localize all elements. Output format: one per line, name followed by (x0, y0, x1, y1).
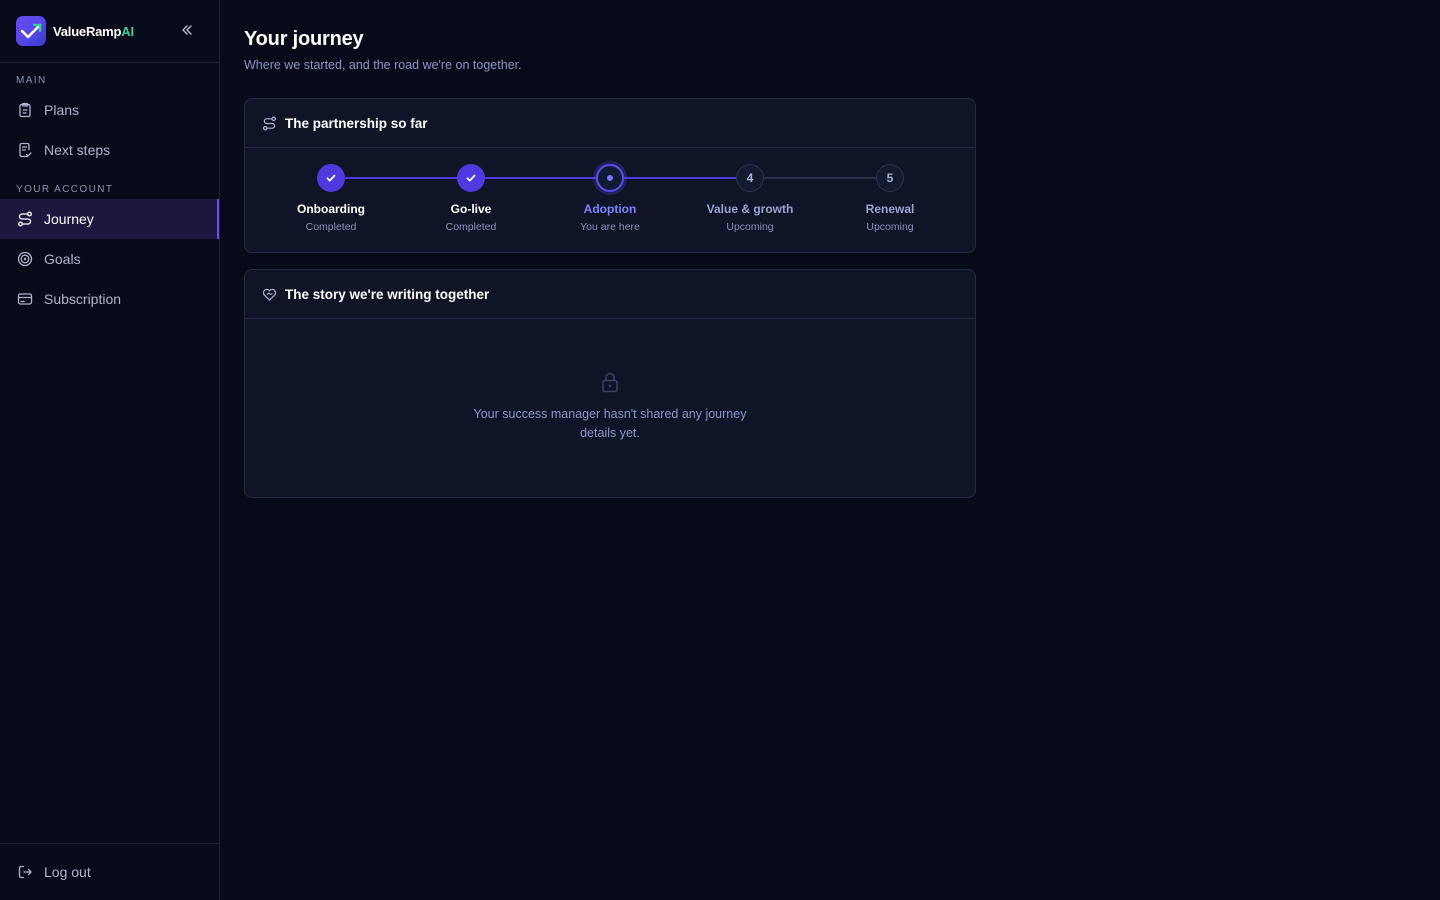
step-status: Upcoming (726, 221, 774, 233)
current-step-indicator (596, 164, 624, 192)
sidebar-item-goals[interactable]: Goals (0, 239, 219, 279)
step-status: You are here (580, 221, 640, 233)
journey-step-onboarding: Onboarding Completed (261, 164, 401, 233)
journey-stepper: Onboarding Completed Go-live Completed A… (245, 148, 975, 252)
checklist-icon (16, 141, 34, 159)
journey-step-go-live: Go-live Completed (401, 164, 541, 233)
logo-icon (16, 16, 46, 46)
sidebar-item-plans[interactable]: Plans (0, 90, 219, 130)
step-number: 5 (876, 164, 904, 192)
double-chevron-left-icon (182, 25, 192, 35)
sidebar-item-label: Plans (44, 102, 80, 118)
step-status: Completed (445, 221, 497, 233)
card-icon (16, 290, 34, 308)
step-name: Renewal (865, 202, 915, 216)
step-status: Completed (305, 221, 357, 233)
partnership-card-header: The partnership so far (245, 99, 975, 148)
lock-icon (599, 371, 621, 393)
sidebar-item-journey[interactable]: Journey (0, 199, 219, 239)
step-number: 4 (736, 164, 764, 192)
route-icon (261, 115, 277, 131)
main-content: Your journey Where we started, and the r… (244, 0, 976, 498)
page-subtitle: Where we started, and the road we're on … (244, 58, 522, 72)
logout-icon (16, 863, 34, 881)
check-icon (457, 164, 485, 192)
partnership-card-title: The partnership so far (285, 115, 428, 131)
page-title: Your journey (244, 28, 364, 50)
sidebar-item-label: Next steps (44, 142, 111, 158)
step-name: Onboarding (297, 202, 365, 216)
step-name: Adoption (583, 202, 637, 216)
brand: ValueRampAI (0, 0, 219, 63)
sidebar-item-label: Goals (44, 251, 81, 267)
collapse-sidebar-button[interactable] (179, 22, 195, 38)
sidebar: ValueRampAI MAIN Plans Next steps YOUR A… (0, 0, 220, 900)
step-name: Value & growth (706, 202, 794, 216)
step-name: Go-live (450, 202, 492, 216)
clipboard-icon (16, 101, 34, 119)
sidebar-footer: Log out (0, 843, 219, 900)
logout-button[interactable]: Log out (0, 852, 219, 892)
story-card: The story we're writing together Your su… (244, 269, 976, 498)
empty-state: Your success manager hasn't shared any j… (245, 319, 975, 443)
journey-step-adoption: Adoption You are here (540, 164, 680, 233)
empty-state-text: Your success manager hasn't shared any j… (473, 407, 747, 440)
handshake-heart-icon (261, 286, 277, 302)
target-icon (16, 250, 34, 268)
journey-step-renewal: 5 Renewal Upcoming (820, 164, 960, 233)
route-icon (16, 210, 34, 228)
check-icon (317, 164, 345, 192)
logout-label: Log out (44, 864, 91, 880)
section-label-main: MAIN (16, 75, 47, 86)
brand-name: ValueRampAI (53, 23, 134, 39)
section-label-account: YOUR ACCOUNT (16, 184, 114, 195)
sidebar-item-label: Subscription (44, 291, 122, 307)
step-status: Upcoming (866, 221, 914, 233)
partnership-card: The partnership so far Onboarding Comple… (244, 98, 976, 253)
sidebar-item-next-steps[interactable]: Next steps (0, 130, 219, 170)
journey-step-value-growth: 4 Value & growth Upcoming (680, 164, 820, 233)
sidebar-item-label: Journey (44, 211, 94, 227)
sidebar-item-subscription[interactable]: Subscription (0, 279, 219, 319)
story-card-title: The story we're writing together (285, 286, 490, 302)
story-card-header: The story we're writing together (245, 270, 975, 319)
